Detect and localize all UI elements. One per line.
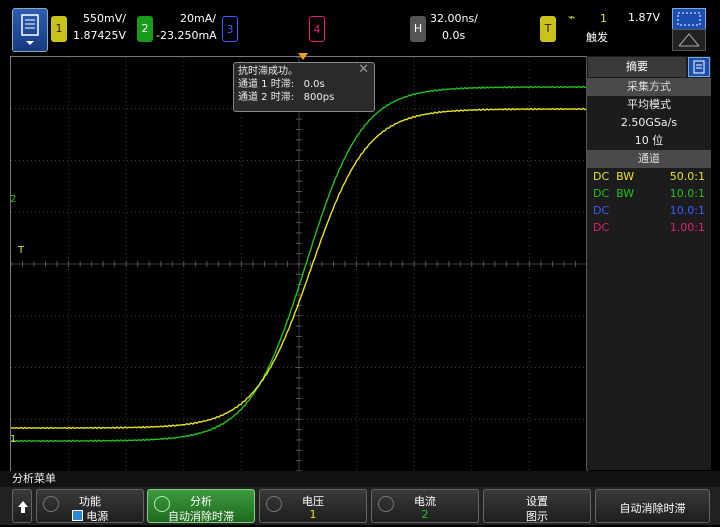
channel-4-button[interactable]: 4 xyxy=(309,16,325,42)
zoom-button[interactable] xyxy=(672,8,706,30)
channel-row: DC BW 50.0:1 xyxy=(587,168,711,185)
channel-coupling: DC BW xyxy=(593,187,635,200)
main-menu-button[interactable] xyxy=(12,8,48,52)
zoom-box-icon xyxy=(677,12,701,26)
channel-2-scale: 20mA/ xyxy=(180,12,216,25)
softkey-current-value: 2 xyxy=(421,508,429,521)
softkey-function-value: 电源 xyxy=(86,510,109,523)
channel-2-offset: -23.250mA xyxy=(156,29,217,42)
back-button[interactable] xyxy=(12,489,32,523)
channel-list: DC BW 50.0:1 DC BW 10.0:1 DC 10.0:1 DC 1.00:1 xyxy=(587,168,711,236)
up-arrow-icon xyxy=(18,501,28,513)
softkey-setup-label: 设置 xyxy=(526,495,548,508)
popup-ch2-value: 800ps xyxy=(303,92,335,103)
popup-ch1-label: 通道 1 时滞: xyxy=(238,79,295,90)
side-panel: 摘要 采集方式 平均模式 2.50GSa/s 10 位 通道 DC BW 50.0… xyxy=(586,56,711,470)
softkey-analysis-label: 分析 xyxy=(190,495,212,508)
softkey-function-label: 功能 xyxy=(79,495,101,508)
channel-4-number: 4 xyxy=(313,23,321,36)
channel-3-number: 3 xyxy=(226,23,234,36)
channel-probe-ratio: 10.0:1 xyxy=(669,204,705,217)
channel-2-button[interactable]: 2 xyxy=(137,16,153,42)
timebase-readout: 32.00ns/ 0.0s xyxy=(430,10,480,44)
triangle-icon xyxy=(678,33,700,47)
trigger-level-marker[interactable]: T xyxy=(18,245,24,256)
resolution-bits: 10 位 xyxy=(634,134,664,147)
popup-ch2-label: 通道 2 时滞: xyxy=(238,92,295,103)
menu-title: 分析菜单 xyxy=(0,471,720,487)
menu-icon xyxy=(21,14,39,45)
horizontal-key-label: H xyxy=(413,22,423,35)
channel-1-readout: 550mV/ 1.87425V xyxy=(70,10,126,44)
softkey-current[interactable]: 电流 2 xyxy=(371,489,479,523)
channel-2-number: 2 xyxy=(141,22,149,35)
waveform-display[interactable] xyxy=(10,56,588,472)
tab-summary[interactable]: 摘要 xyxy=(588,57,686,77)
timebase-delay: 0.0s xyxy=(442,29,466,42)
channel-coupling: DC BW xyxy=(593,170,635,183)
channel-2-readout: 20mA/ -23.250mA xyxy=(156,10,217,44)
horizontal-button[interactable]: H xyxy=(410,16,426,42)
channel-1-scale: 550mV/ xyxy=(83,12,126,25)
power-square-icon xyxy=(71,510,83,521)
acquisition-header: 采集方式 xyxy=(587,78,711,96)
sample-rate: 2.50GSa/s xyxy=(620,116,678,129)
channel-row: DC 10.0:1 xyxy=(587,202,711,219)
softkey-setup-value: 图示 xyxy=(526,510,548,523)
channel-coupling: DC xyxy=(593,204,610,217)
channel-coupling: DC xyxy=(593,221,610,234)
softkey-bar: 功能 电源 分析 自动消除时滞 电压 1 电流 2 设置 图示 自动消除时滞 xyxy=(0,487,720,525)
deskew-message-popup: 抗时滞成功。 通道 1 时滞: 0.0s 通道 2 时滞: 800ps ✕ xyxy=(233,62,375,112)
softkey-function-value-row: 电源 xyxy=(37,508,143,524)
channel-2-ground-marker[interactable]: 2 xyxy=(10,194,16,205)
softkey-function[interactable]: 功能 电源 xyxy=(36,489,144,523)
softkey-current-label: 电流 xyxy=(414,495,436,508)
list-icon xyxy=(693,60,705,74)
softkey-voltage[interactable]: 电压 1 xyxy=(259,489,367,523)
softkey-auto-deskew-label: 自动消除时滞 xyxy=(619,502,686,515)
channel-1-offset: 1.87425V xyxy=(72,29,126,42)
softkey-voltage-label: 电压 xyxy=(302,495,324,508)
top-status-bar: 1 550mV/ 1.87425V 2 20mA/ -23.250mA 3 4 … xyxy=(0,0,720,56)
channel-probe-ratio: 1.00:1 xyxy=(669,221,705,234)
trigger-source: 1 xyxy=(600,12,607,25)
rising-edge-icon: ⌁ xyxy=(568,10,576,24)
trigger-position-marker xyxy=(298,53,308,60)
channel-3-button[interactable]: 3 xyxy=(222,16,238,42)
channel-row: DC 1.00:1 xyxy=(587,219,711,236)
channel-row: DC BW 10.0:1 xyxy=(587,185,711,202)
popup-ch2-skew-row: 通道 2 时滞: 800ps xyxy=(238,91,370,104)
channel-probe-ratio: 50.0:1 xyxy=(669,170,705,183)
trigger-button[interactable]: T xyxy=(540,16,556,42)
acquisition-mode: 平均模式 xyxy=(627,98,671,111)
popup-message: 抗时滞成功。 xyxy=(238,66,298,77)
softkey-setup[interactable]: 设置 图示 xyxy=(483,489,591,523)
side-panel-tabbar: 摘要 xyxy=(587,56,711,78)
softkey-auto-deskew[interactable]: 自动消除时滞 xyxy=(595,489,710,523)
timebase-scale: 32.00ns/ xyxy=(430,12,478,25)
close-icon[interactable]: ✕ xyxy=(358,63,369,76)
side-panel-menu-button[interactable] xyxy=(688,57,710,77)
channel-1-button[interactable]: 1 xyxy=(51,16,67,42)
popup-ch1-value: 0.0s xyxy=(303,79,325,90)
softkey-voltage-value: 1 xyxy=(309,508,317,521)
softkey-analysis[interactable]: 分析 自动消除时滞 xyxy=(147,489,255,523)
channel-1-ground-marker[interactable]: 1 xyxy=(10,434,16,445)
popup-ch1-skew-row: 通道 1 时滞: 0.0s xyxy=(238,78,370,91)
channel-probe-ratio: 10.0:1 xyxy=(669,187,705,200)
graticule xyxy=(11,57,587,471)
channel-header: 通道 xyxy=(587,150,711,168)
touch-button[interactable] xyxy=(672,29,706,51)
trigger-level: 1.87V xyxy=(628,11,661,24)
softkey-analysis-value: 自动消除时滞 xyxy=(168,510,234,523)
trigger-key-label: T xyxy=(544,22,552,35)
channel-1-number: 1 xyxy=(55,22,63,35)
trigger-mode: 触发 xyxy=(586,31,608,44)
